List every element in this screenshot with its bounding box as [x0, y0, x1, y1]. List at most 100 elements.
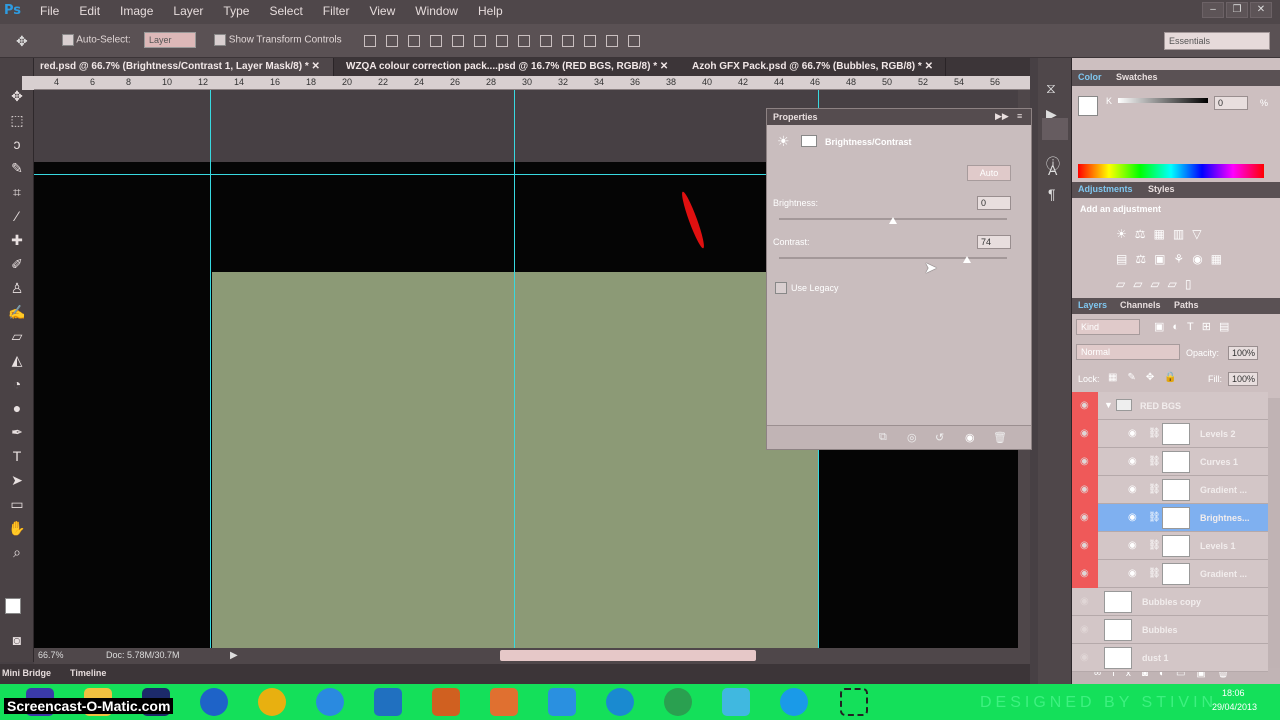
visibility-eye-icon[interactable]: ◉ — [1080, 456, 1092, 467]
menu-edit[interactable]: Edit — [79, 4, 100, 18]
notepad-taskbar-icon[interactable] — [374, 688, 402, 716]
layer-row[interactable]: ◉ ◉ ⛓ Brightnes... — [1072, 504, 1268, 532]
layer-row[interactable]: ◉ ◉ ⛓ Gradient ... — [1072, 560, 1268, 588]
menu-help[interactable]: Help — [478, 4, 503, 18]
lasso-tool-icon[interactable]: ↄ — [6, 134, 28, 154]
snipping-taskbar-icon[interactable] — [840, 688, 868, 716]
lock-icons[interactable]: ▦✎✥🔒 — [1108, 372, 1187, 383]
visibility-eye-icon[interactable]: ◉ — [1128, 568, 1137, 579]
visibility-eye-icon[interactable]: ◉ — [1080, 428, 1092, 439]
visibility-eye-icon[interactable]: ◉ — [1128, 540, 1137, 551]
tab-layers[interactable]: Layers — [1078, 300, 1107, 310]
properties-toggle-icon[interactable] — [1042, 118, 1068, 140]
dodge-tool-icon[interactable]: ● — [6, 398, 28, 418]
layer-row[interactable]: ◉ ◉ ⛓ Levels 2 — [1072, 420, 1268, 448]
menu-image[interactable]: Image — [120, 4, 153, 18]
distribute-top-icon[interactable] — [496, 35, 508, 47]
layer-row[interactable]: ◉ Bubbles — [1072, 616, 1268, 644]
visibility-eye-icon[interactable]: ◉ — [1128, 512, 1137, 523]
chrome-taskbar-icon[interactable] — [258, 688, 286, 716]
status-menu-icon[interactable]: ▶ — [230, 650, 238, 661]
office-taskbar-icon[interactable] — [490, 688, 518, 716]
distribute-bottom-icon[interactable] — [540, 35, 552, 47]
move-tool-icon[interactable]: ✥ — [16, 33, 28, 50]
clock-time[interactable]: 18:06 — [1222, 688, 1245, 698]
visibility-eye-icon[interactable]: ◉ — [1080, 540, 1092, 551]
menu-type[interactable]: Type — [223, 4, 249, 18]
menu-window[interactable]: Window — [415, 4, 458, 18]
restore-icon[interactable]: ❐ — [1226, 2, 1248, 18]
align-right-icon[interactable] — [474, 35, 486, 47]
horizontal-scrollbar-thumb[interactable] — [500, 650, 756, 661]
visibility-eye-icon[interactable]: ◉ — [1080, 484, 1092, 495]
menu-file[interactable]: File — [40, 4, 59, 18]
zoom-level[interactable]: 66.7% — [38, 650, 64, 660]
visibility-eye-icon[interactable]: ◉ — [1080, 512, 1092, 523]
tab-mini-bridge[interactable]: Mini Bridge — [2, 668, 51, 678]
close-icon[interactable]: ✕ — [312, 61, 320, 72]
contrast-slider-track[interactable] — [779, 257, 1007, 259]
stamp-tool-icon[interactable]: ♙ — [6, 278, 28, 298]
trash-icon[interactable]: 🗑 — [993, 431, 1007, 444]
tab-red-psd[interactable]: red.psd @ 66.7% (Brightness/Contrast 1, … — [34, 58, 334, 76]
align-left-icon[interactable] — [430, 35, 442, 47]
shape-tool-icon[interactable]: ▭ — [6, 494, 28, 514]
clock-date[interactable]: 29/04/2013 — [1212, 702, 1257, 712]
paint-bucket-tool-icon[interactable]: ◭ — [6, 350, 28, 370]
visibility-eye-icon[interactable]: ◉ — [1080, 596, 1092, 607]
brightness-slider-handle[interactable] — [889, 217, 897, 224]
align-top-icon[interactable] — [364, 35, 376, 47]
blur-tool-icon[interactable]: ◔ — [6, 374, 28, 394]
panel-menu-icon[interactable]: ≡ — [1017, 111, 1022, 121]
layer-row[interactable]: ◉ Bubbles copy — [1072, 588, 1268, 616]
history-icon[interactable]: ⧖ — [1046, 80, 1056, 97]
distribute-vcenter-icon[interactable] — [518, 35, 530, 47]
contrast-slider-handle[interactable] — [963, 256, 972, 263]
menu-select[interactable]: Select — [269, 4, 302, 18]
zoom-tool-icon[interactable]: ⌕ — [6, 542, 28, 562]
tool-taskbar-icon[interactable] — [722, 688, 750, 716]
auto-button[interactable]: Auto — [967, 165, 1011, 181]
visibility-eye-icon[interactable]: ◉ — [965, 431, 975, 444]
visibility-eye-icon[interactable]: ◉ — [1080, 624, 1092, 635]
quick-mask-icon[interactable]: ◙ — [6, 630, 28, 650]
type-tool-icon[interactable]: T — [6, 446, 28, 466]
minimize-icon[interactable]: – — [1202, 2, 1224, 18]
align-hcenter-icon[interactable] — [452, 35, 464, 47]
visibility-eye-icon[interactable]: ◉ — [1080, 652, 1092, 663]
play-taskbar-icon[interactable] — [548, 688, 576, 716]
align-bottom-icon[interactable] — [408, 35, 420, 47]
layer-row[interactable]: ◉ ◉ ⛓ Levels 1 — [1072, 532, 1268, 560]
history-brush-tool-icon[interactable]: ✍ — [6, 302, 28, 322]
auto-select-dropdown[interactable]: Layer — [144, 32, 196, 48]
brush-tool-icon[interactable]: ✐ — [6, 254, 28, 274]
menu-layer[interactable]: Layer — [173, 4, 203, 18]
paint-taskbar-icon[interactable] — [432, 688, 460, 716]
layer-row[interactable]: ◉ dust 1 — [1072, 644, 1268, 672]
use-legacy-checkbox[interactable] — [775, 282, 787, 294]
tab-timeline[interactable]: Timeline — [70, 668, 106, 678]
visibility-eye-icon[interactable]: ◉ — [1080, 400, 1092, 411]
close-icon[interactable]: ✕ — [660, 61, 668, 72]
opacity-input[interactable]: 100% — [1228, 346, 1258, 360]
filter-kind-dropdown[interactable]: Kind — [1076, 319, 1140, 335]
align-vcenter-icon[interactable] — [386, 35, 398, 47]
fill-input[interactable]: 100% — [1228, 372, 1258, 386]
workspace-dropdown[interactable]: Essentials — [1164, 32, 1270, 50]
tab-paths[interactable]: Paths — [1174, 300, 1199, 310]
layer-row[interactable]: ◉ ◉ ⛓ Curves 1 — [1072, 448, 1268, 476]
media-player-taskbar-icon[interactable] — [200, 688, 228, 716]
auto-select-checkbox[interactable] — [62, 34, 74, 46]
k-value-input[interactable]: 0 — [1214, 96, 1248, 110]
tab-azoh-psd[interactable]: Azoh GFX Pack.psd @ 66.7% (Bubbles, RGB/… — [686, 58, 946, 76]
distribute-left-icon[interactable] — [562, 35, 574, 47]
visibility-eye-icon[interactable]: ◉ — [1080, 568, 1092, 579]
auto-align-icon[interactable] — [628, 35, 640, 47]
foreground-color-chip[interactable] — [1078, 96, 1098, 116]
menu-filter[interactable]: Filter — [323, 4, 350, 18]
layer-row[interactable]: ◉ ◉ ⛓ Gradient ... — [1072, 476, 1268, 504]
healing-tool-icon[interactable]: ✚ — [6, 230, 28, 250]
close-icon[interactable]: ✕ — [1250, 2, 1272, 18]
distribute-right-icon[interactable] — [606, 35, 618, 47]
skype-taskbar-icon[interactable] — [780, 688, 808, 716]
